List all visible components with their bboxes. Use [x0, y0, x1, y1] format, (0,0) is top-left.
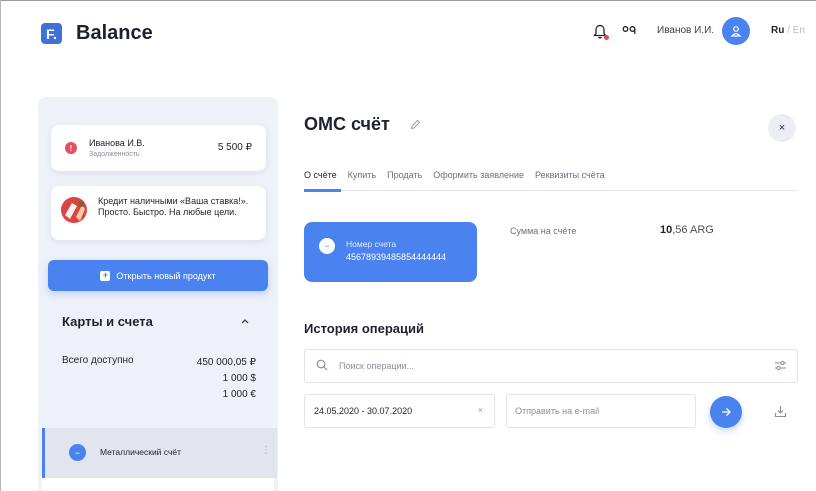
debt-card[interactable]: ! Иванова И.В. Задолженность 5 500 ₽ — [51, 125, 266, 171]
more-icon[interactable]: ⋮ — [261, 445, 271, 456]
search-icon — [316, 359, 328, 371]
account-number: 45678939485854444444 — [346, 252, 447, 262]
balance-integer: 10 — [660, 224, 673, 236]
user-icon — [730, 26, 742, 37]
pencil-icon[interactable] — [410, 119, 421, 130]
notification-dot — [604, 35, 609, 40]
debt-amount: 5 500 ₽ — [217, 142, 252, 153]
balance-currency: ARG — [690, 224, 714, 236]
promo-banner-image — [61, 197, 87, 223]
total-available-label: Всего доступно — [62, 355, 134, 366]
lang-separator: / — [784, 25, 793, 36]
sidebar-item-label: Металлический счёт — [100, 447, 181, 457]
tab-application[interactable]: Оформить заявление — [433, 170, 524, 180]
tab-requisites[interactable]: Реквизиты счёта — [535, 170, 605, 180]
history-title: История операций — [304, 321, 425, 336]
account-tabs: О счёте Купить Продать Оформить заявлени… — [304, 170, 616, 180]
date-range-field[interactable]: 24.05.2020 - 30.07.2020 × — [304, 394, 495, 428]
app-name: Balance — [76, 22, 153, 44]
total-eur: 1 000 € — [222, 389, 256, 400]
sidebar-item-metal-account[interactable]: − Металлический счёт ⋮ — [42, 428, 277, 478]
language-switcher[interactable]: Ru / En — [771, 25, 805, 36]
debt-name: Иванова И.В. — [89, 138, 145, 148]
logo-badge: F. — [41, 23, 62, 44]
date-range-value: 24.05.2020 - 30.07.2020 — [314, 406, 413, 416]
tab-about-account[interactable]: О счёте — [304, 170, 337, 180]
account-number-label: Номер счета — [346, 239, 397, 249]
window-left-border — [0, 0, 1, 491]
total-rub: 450 000,05 ₽ — [196, 357, 256, 368]
plus-icon: + — [100, 270, 111, 281]
account-number-card[interactable]: − Номер счета 45678939485854444444 — [304, 222, 477, 282]
minus-icon: − — [319, 238, 335, 254]
open-new-product-button[interactable]: + Открыть новый продукт — [48, 260, 268, 291]
promo-card[interactable]: Кредит наличными «Ваша ставка!». Просто.… — [51, 186, 266, 240]
tab-buy[interactable]: Купить — [348, 170, 376, 180]
search-bar — [304, 349, 798, 383]
page-title: ОМС счёт — [304, 114, 390, 134]
total-available-values: 450 000,05 ₽ 1 000 $ 1 000 € — [197, 355, 256, 403]
accounts-section-title: Карты и счета — [62, 314, 153, 329]
promo-text: Кредит наличными «Ваша ставка!». Просто.… — [98, 196, 249, 217]
balance-label: Сумма на счёте — [510, 226, 577, 236]
balance-value: 10,56 ARG — [660, 224, 714, 236]
email-input[interactable] — [515, 396, 685, 425]
tab-sell[interactable]: Продать — [387, 170, 422, 180]
window-top-border — [0, 0, 816, 1]
user-name[interactable]: Иванов И.И. — [657, 25, 714, 36]
alert-icon: ! — [65, 142, 77, 154]
download-icon[interactable] — [774, 405, 787, 418]
logo[interactable]: F. Balance — [41, 22, 153, 45]
tabs-divider — [304, 190, 798, 191]
minus-icon: − — [69, 444, 86, 461]
email-field — [506, 394, 696, 428]
search-input[interactable] — [339, 351, 749, 380]
avatar[interactable] — [722, 17, 750, 45]
open-new-product-label: Открыть новый продукт — [116, 270, 216, 281]
total-usd: 1 000 $ — [222, 373, 256, 384]
close-button[interactable]: × — [768, 114, 796, 142]
debt-status: Задолженность — [89, 151, 140, 158]
sidebar-next-item — [42, 478, 274, 491]
chevron-up-icon[interactable] — [241, 318, 249, 324]
arrow-right-icon — [722, 408, 731, 416]
lang-en[interactable]: En — [793, 25, 805, 36]
glasses-icon[interactable] — [622, 25, 636, 35]
active-tab-indicator — [304, 189, 341, 192]
lang-ru[interactable]: Ru — [771, 25, 784, 36]
filter-icon[interactable] — [774, 359, 787, 372]
balance-fraction: ,56 — [672, 224, 688, 236]
send-email-button[interactable] — [710, 396, 742, 428]
clear-date-icon[interactable]: × — [478, 405, 483, 415]
